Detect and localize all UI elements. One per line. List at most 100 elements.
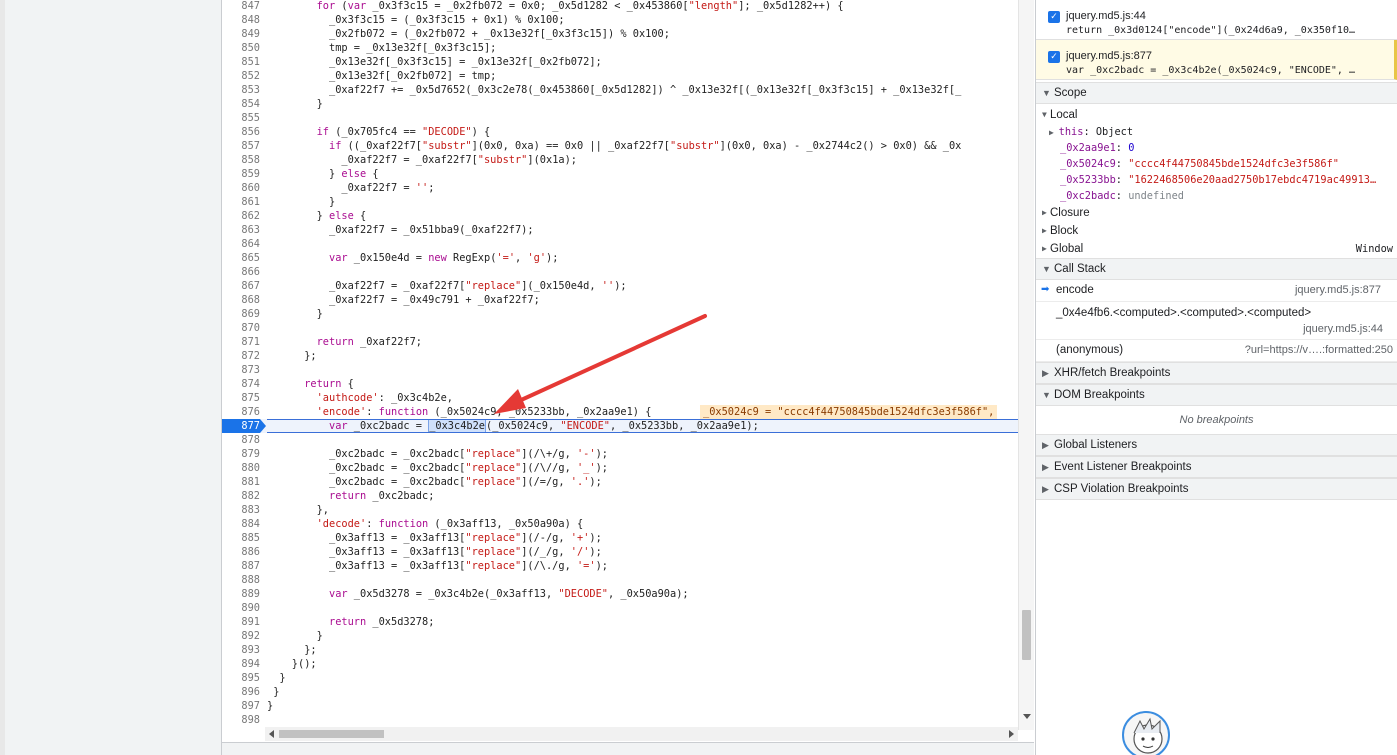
line-number[interactable]: 880 xyxy=(222,461,260,475)
code-line[interactable]: 858 _0xaf22f7 = _0xaf22f7["substr"](0x1a… xyxy=(222,153,1018,167)
scope-variable[interactable]: _0x5233bb: "1622468506e20aad2750b17ebdc4… xyxy=(1036,172,1397,188)
code-line[interactable]: 870 xyxy=(222,321,1018,335)
code-line[interactable]: 867 _0xaf22f7 = _0xaf22f7["replace"](_0x… xyxy=(222,279,1018,293)
line-number[interactable]: 884 xyxy=(222,517,260,531)
code-line[interactable]: 891 return _0x5d3278; xyxy=(222,615,1018,629)
code-line[interactable]: 849 _0x2fb072 = (_0x2fb072 + _0x13e32f[_… xyxy=(222,27,1018,41)
line-number[interactable]: 852 xyxy=(222,69,260,83)
line-number[interactable]: 889 xyxy=(222,587,260,601)
code-editor[interactable]: 847 for (var _0x3f3c15 = _0x2fb072 = 0x0… xyxy=(222,0,1034,742)
line-number[interactable]: 864 xyxy=(222,237,260,251)
code-line[interactable]: 860 _0xaf22f7 = ''; xyxy=(222,181,1018,195)
line-number[interactable]: 865 xyxy=(222,251,260,265)
scope-closure[interactable]: ▶ Closure xyxy=(1036,204,1397,222)
line-number[interactable]: 857 xyxy=(222,139,260,153)
line-number[interactable]: 877 xyxy=(222,419,260,433)
call-frame-location[interactable]: jquery.md5.js:877 xyxy=(1295,284,1381,296)
code-line[interactable]: 893 }; xyxy=(222,643,1018,657)
line-number[interactable]: 896 xyxy=(222,685,260,699)
line-number[interactable]: 850 xyxy=(222,41,260,55)
call-frame-location[interactable]: jquery.md5.js:44 xyxy=(1303,323,1383,335)
code-line[interactable]: 879 _0xc2badc = _0xc2badc["replace"](/\+… xyxy=(222,447,1018,461)
code-line[interactable]: 868 _0xaf22f7 = _0x49c791 + _0xaf22f7; xyxy=(222,293,1018,307)
global-listeners-header[interactable]: ▶ Global Listeners xyxy=(1036,434,1397,456)
call-frame-current[interactable]: ➡ encode jquery.md5.js:877 xyxy=(1036,280,1397,302)
line-number[interactable]: 883 xyxy=(222,503,260,517)
dom-breakpoints-header[interactable]: ▼ DOM Breakpoints xyxy=(1036,384,1397,406)
code-line[interactable]: 894 }(); xyxy=(222,657,1018,671)
editor-vertical-scrollbar[interactable] xyxy=(1018,0,1034,730)
line-number[interactable]: 863 xyxy=(222,223,260,237)
breakpoint-checkbox[interactable]: ✓ xyxy=(1048,51,1060,63)
line-number[interactable]: 848 xyxy=(222,13,260,27)
line-number[interactable]: 849 xyxy=(222,27,260,41)
line-number[interactable]: 853 xyxy=(222,83,260,97)
code-line[interactable]: 889 var _0x5d3278 = _0x3c4b2e(_0x3aff13,… xyxy=(222,587,1018,601)
editor-horizontal-scrollbar[interactable] xyxy=(265,727,1018,741)
code-line[interactable]: 881 _0xc2badc = _0xc2badc["replace"](/=/… xyxy=(222,475,1018,489)
line-number[interactable]: 881 xyxy=(222,475,260,489)
line-number[interactable]: 888 xyxy=(222,573,260,587)
line-number[interactable]: 866 xyxy=(222,265,260,279)
line-number[interactable]: 870 xyxy=(222,321,260,335)
line-number[interactable]: 867 xyxy=(222,279,260,293)
line-number[interactable]: 895 xyxy=(222,671,260,685)
code-line[interactable]: 890 xyxy=(222,601,1018,615)
vertical-scroll-thumb[interactable] xyxy=(1022,610,1031,660)
code-line[interactable]: 864 xyxy=(222,237,1018,251)
code-line[interactable]: 869 } xyxy=(222,307,1018,321)
code-line[interactable]: 865 var _0x150e4d = new RegExp('=', 'g')… xyxy=(222,251,1018,265)
code-line[interactable]: 885 _0x3aff13 = _0x3aff13["replace"](/-/… xyxy=(222,531,1018,545)
line-number[interactable]: 855 xyxy=(222,111,260,125)
line-number[interactable]: 890 xyxy=(222,601,260,615)
code-line[interactable]: 896 } xyxy=(222,685,1018,699)
code-line[interactable]: 875 'authcode': _0x3c4b2e, xyxy=(222,391,1018,405)
code-line[interactable]: 863 _0xaf22f7 = _0x51bba9(_0xaf22f7); xyxy=(222,223,1018,237)
line-number[interactable]: 872 xyxy=(222,349,260,363)
breakpoint-checkbox[interactable]: ✓ xyxy=(1048,11,1060,23)
line-number[interactable]: 893 xyxy=(222,643,260,657)
scroll-down-arrow-icon[interactable] xyxy=(1023,714,1031,719)
code-line[interactable]: 886 _0x3aff13 = _0x3aff13["replace"](/_/… xyxy=(222,545,1018,559)
line-number[interactable]: 897 xyxy=(222,699,260,713)
call-frame[interactable]: _0x4e4fb6.<computed>.<computed>.<compute… xyxy=(1036,302,1397,340)
line-number[interactable]: 898 xyxy=(222,713,260,727)
code-line[interactable]: 848 _0x3f3c15 = (_0x3f3c15 + 0x1) % 0x10… xyxy=(222,13,1018,27)
code-line[interactable]: 851 _0x13e32f[_0x3f3c15] = _0x13e32f[_0x… xyxy=(222,55,1018,69)
scope-block[interactable]: ▶ Block xyxy=(1036,222,1397,240)
scope-local[interactable]: ▼ Local xyxy=(1036,106,1397,124)
code-line[interactable]: 878 xyxy=(222,433,1018,447)
code-line[interactable]: 861 } xyxy=(222,195,1018,209)
xhr-breakpoints-header[interactable]: ▶ XHR/fetch Breakpoints xyxy=(1036,362,1397,384)
scope-variable[interactable]: _0x5024c9: "cccc4f44750845bde1524dfc3e3f… xyxy=(1036,156,1397,172)
line-number[interactable]: 847 xyxy=(222,0,260,13)
scope-variable[interactable]: _0x2aa9e1: 0 xyxy=(1036,140,1397,156)
line-number[interactable]: 861 xyxy=(222,195,260,209)
code-line[interactable]: 866 xyxy=(222,265,1018,279)
line-number[interactable]: 887 xyxy=(222,559,260,573)
code-line[interactable]: 871 return _0xaf22f7; xyxy=(222,335,1018,349)
code-line[interactable]: 898 xyxy=(222,713,1018,727)
line-number[interactable]: 854 xyxy=(222,97,260,111)
breakpoint-item[interactable]: ✓ jquery.md5.js:44 return _0x3d0124["enc… xyxy=(1036,0,1397,40)
line-number[interactable]: 874 xyxy=(222,377,260,391)
code-line[interactable]: 892 } xyxy=(222,629,1018,643)
scope-section-header[interactable]: ▼ Scope xyxy=(1036,82,1397,104)
code-line[interactable]: 850 tmp = _0x13e32f[_0x3f3c15]; xyxy=(222,41,1018,55)
code-line[interactable]: 880 _0xc2badc = _0xc2badc["replace"](/\/… xyxy=(222,461,1018,475)
code-line[interactable]: 884 'decode': function (_0x3aff13, _0x50… xyxy=(222,517,1018,531)
code-line[interactable]: 887 _0x3aff13 = _0x3aff13["replace"](/\.… xyxy=(222,559,1018,573)
line-number[interactable]: 875 xyxy=(222,391,260,405)
line-number[interactable]: 871 xyxy=(222,335,260,349)
breakpoint-item-active[interactable]: ✓ jquery.md5.js:877 var _0xc2badc = _0x3… xyxy=(1036,40,1397,80)
code-line[interactable]: 872 }; xyxy=(222,349,1018,363)
line-number[interactable]: 862 xyxy=(222,209,260,223)
line-number[interactable]: 894 xyxy=(222,657,260,671)
code-line[interactable]: 883 }, xyxy=(222,503,1018,517)
line-number[interactable]: 869 xyxy=(222,307,260,321)
code-line[interactable]: 847 for (var _0x3f3c15 = _0x2fb072 = 0x0… xyxy=(222,0,1018,13)
code-line[interactable]: 862 } else { xyxy=(222,209,1018,223)
line-number[interactable]: 860 xyxy=(222,181,260,195)
code-line[interactable]: 852 _0x13e32f[_0x2fb072] = tmp; xyxy=(222,69,1018,83)
code-line[interactable]: 873 xyxy=(222,363,1018,377)
